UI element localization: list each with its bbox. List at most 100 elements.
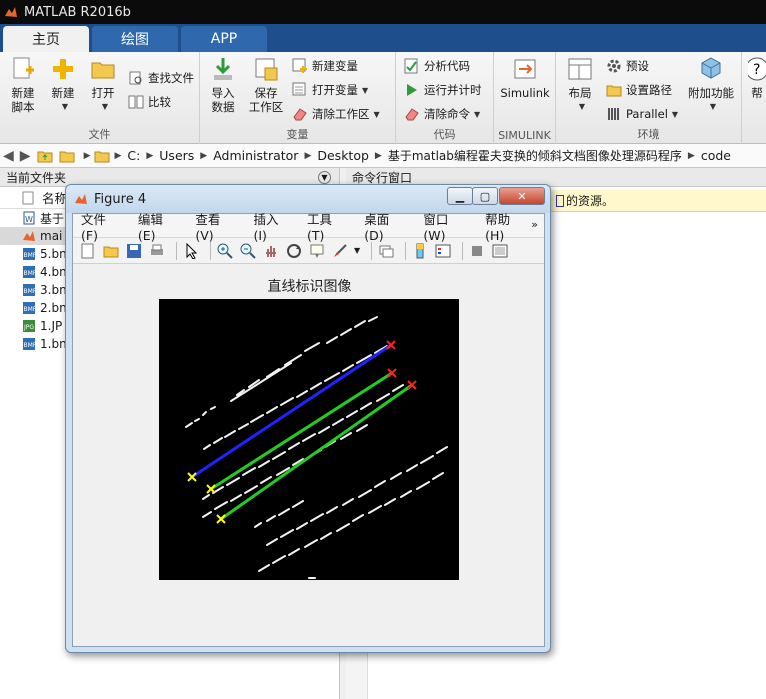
chevron-down-icon: ▼ — [362, 85, 369, 95]
figure-menu-item[interactable]: 查看(V) — [195, 209, 236, 243]
clear-workspace-label: 清除工作区 — [312, 107, 370, 121]
breadcrumb-item[interactable]: Administrator — [213, 148, 298, 163]
ribbon: 新建 脚本 新建 ▼ 打开 ▼ 查找文件 比较 文件 导入 数据 保存 工作区 … — [0, 52, 766, 144]
compare-button[interactable]: 比较 — [128, 92, 171, 112]
addons-button[interactable]: 附加功能 ▼ — [686, 56, 736, 114]
new-script-button[interactable]: 新建 脚本 — [6, 56, 40, 114]
run-and-time-icon — [407, 84, 417, 96]
figure-menu-item[interactable]: 插入(I) — [253, 209, 290, 243]
breadcrumb-item[interactable]: code — [701, 148, 731, 163]
up-folder-icon[interactable] — [37, 149, 53, 163]
brush-icon[interactable] — [331, 242, 349, 260]
tab-apps[interactable]: APP — [181, 26, 267, 52]
save-workspace-button[interactable]: 保存 工作区 — [246, 56, 286, 114]
import-data-button[interactable]: 导入 数据 — [206, 56, 240, 114]
chevron-down-icon[interactable]: ▼ — [354, 246, 360, 255]
import-data-label: 导入 数据 — [211, 86, 235, 114]
analyze-code-button[interactable]: 分析代码 — [404, 56, 470, 76]
preferences-button[interactable]: 预设 — [606, 56, 649, 76]
figure-menu-item[interactable]: 文件(F) — [81, 209, 121, 243]
run-and-time-label: 运行并计时 — [424, 83, 482, 97]
set-path-button[interactable]: 设置路径 — [606, 80, 672, 100]
current-folder-title: 当前文件夹 — [6, 170, 67, 185]
eraser-icon — [293, 108, 307, 121]
ribbon-group-file: 新建 脚本 新建 ▼ 打开 ▼ 查找文件 比较 文件 — [0, 52, 200, 144]
ribbon-group-simulink: Simulink SIMULINK — [494, 52, 556, 144]
set-path-label: 设置路径 — [626, 83, 672, 97]
app-titlebar: MATLAB R2016b — [0, 0, 766, 24]
breadcrumb-item[interactable]: C: — [127, 148, 140, 163]
plot-title: 直线标识图像 — [267, 279, 352, 295]
tab-home[interactable]: 主页 — [3, 26, 89, 52]
new-label: 新建 — [51, 86, 75, 100]
close-button[interactable]: ✕ — [499, 187, 545, 205]
new-button[interactable]: 新建 ▼ — [46, 56, 80, 114]
detected-line — [191, 343, 392, 479]
svg-text:JPG: JPG — [23, 324, 34, 331]
breadcrumb-separator-icon: ▶ — [83, 150, 91, 161]
clear-workspace-button[interactable]: 清除工作区 ▼ — [292, 104, 380, 124]
breadcrumb-item[interactable]: 基于matlab编程霍夫变换的倾斜文档图像处理源码程序 — [388, 147, 682, 164]
ribbon-group-environment: 布局 ▼ 预设 设置路径 Parallel ▼ 附加功能 ▼ 环境 — [556, 52, 742, 144]
text-stroke — [266, 446, 448, 546]
new-variable-button[interactable]: 新建变量 — [292, 56, 358, 76]
info-link-box[interactable] — [556, 194, 564, 207]
file-name: 4.bn — [40, 265, 67, 279]
figure-menu-item[interactable]: 窗口(W) — [423, 209, 468, 243]
zoom-out-icon[interactable] — [239, 242, 257, 260]
help-button[interactable]: ? 帮 — [748, 56, 766, 100]
command-window-title: 命令行窗口 — [352, 170, 413, 185]
simulink-icon — [514, 59, 536, 79]
text-stroke — [185, 406, 216, 428]
pointer-icon[interactable] — [182, 242, 200, 260]
run-and-time-button[interactable]: 运行并计时 — [404, 80, 482, 100]
panel-menu-icon[interactable]: ▼ — [318, 171, 331, 184]
print-icon[interactable] — [148, 242, 166, 260]
tab-plots[interactable]: 绘图 — [92, 26, 178, 52]
show-plot-tools-icon[interactable] — [491, 242, 509, 260]
colorbar-icon[interactable] — [411, 242, 429, 260]
figure-window[interactable]: Figure 4 ▁ ▢ ✕ 文件(F) 编辑(E) 查看(V) 插入(I) 工具(T)… — [65, 184, 551, 653]
figure-menu-item[interactable]: 编辑(E) — [138, 209, 179, 243]
ribbon-group-variable: 导入 数据 保存 工作区 新建变量 打开变量 ▼ 清除工作区 ▼ 变量 — [200, 52, 396, 144]
file-name: mai — [40, 229, 63, 243]
parallel-button[interactable]: Parallel ▼ — [606, 104, 678, 124]
image-axes[interactable] — [159, 299, 459, 580]
find-files-button[interactable]: 查找文件 — [128, 68, 194, 88]
breadcrumb-item[interactable]: Desktop — [317, 148, 369, 163]
save-workspace-icon — [255, 58, 278, 81]
forward-arrow-icon[interactable]: ▶ — [20, 148, 31, 164]
chevron-down-icon: ▼ — [709, 102, 717, 111]
info-bar-text: 的资源。 — [566, 194, 615, 208]
open-button[interactable]: 打开 ▼ — [86, 56, 120, 114]
file-name: 基于 — [40, 211, 65, 226]
hide-plot-tools-icon[interactable] — [468, 242, 486, 260]
legend-icon[interactable] — [434, 242, 452, 260]
maximize-button[interactable]: ▢ — [472, 187, 498, 205]
data-cursor-icon[interactable] — [308, 242, 326, 260]
addons-label: 附加功能 — [688, 86, 734, 100]
figure-menu-item[interactable]: 帮助(H) — [485, 209, 527, 243]
rotate-3d-icon[interactable] — [285, 242, 303, 260]
browse-folder-icon[interactable] — [59, 149, 75, 163]
toolbar-separator — [210, 241, 211, 260]
link-plot-icon[interactable] — [377, 242, 395, 260]
menu-expand-icon[interactable]: » — [531, 218, 538, 231]
pan-icon[interactable] — [262, 242, 280, 260]
find-files-label: 查找文件 — [148, 71, 194, 85]
simulink-button[interactable]: Simulink — [500, 56, 550, 100]
breadcrumb-item[interactable]: Users — [159, 148, 194, 163]
back-arrow-icon[interactable]: ◀ — [3, 148, 14, 164]
zoom-in-icon[interactable] — [216, 242, 234, 260]
clear-commands-button[interactable]: 清除命令 ▼ — [404, 104, 480, 124]
ribbon-group-code: 分析代码 运行并计时 清除命令 ▼ 代码 — [396, 52, 494, 144]
new-figure-icon[interactable] — [79, 242, 97, 260]
open-file-icon[interactable] — [102, 242, 120, 260]
open-variable-button[interactable]: 打开变量 ▼ — [292, 80, 368, 100]
save-icon[interactable] — [125, 242, 143, 260]
minimize-button[interactable]: ▁ — [447, 187, 473, 205]
figure-menu-item[interactable]: 工具(T) — [307, 209, 347, 243]
layout-button[interactable]: 布局 ▼ — [564, 56, 596, 114]
svg-text:BMP: BMP — [24, 288, 37, 295]
figure-menu-item[interactable]: 桌面(D) — [364, 209, 406, 243]
